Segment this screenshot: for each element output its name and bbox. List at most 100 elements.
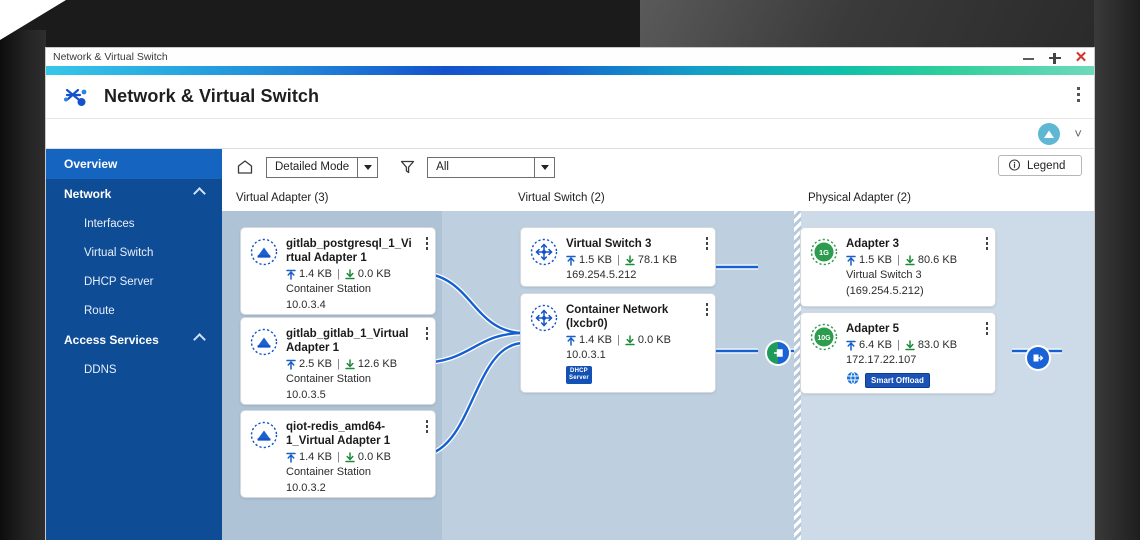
sidebar-item-network[interactable]: Network	[46, 179, 222, 209]
sidebar-item-virtual-switch[interactable]: Virtual Switch	[46, 238, 222, 267]
sidebar-item-dhcp-server[interactable]: DHCP Server	[46, 267, 222, 296]
card-ip: (169.254.5.212)	[846, 284, 985, 298]
download-value: 0.0 KB	[638, 334, 671, 346]
physical-adapter-card[interactable]: 10G Adapter 5 6.4 KB | 83.0 KB	[800, 312, 996, 394]
card-traffic-stats: 1.4 KB | 0.0 KB	[286, 451, 425, 463]
laptop-bezel-right	[1094, 0, 1140, 540]
sidebar-item-interfaces[interactable]: Interfaces	[46, 209, 222, 238]
card-content: gitlab_gitlab_1_Virtual Adapter 1 2.5 KB…	[286, 327, 425, 395]
card-source: Container Station	[286, 282, 425, 296]
upload-arrow-icon	[286, 452, 296, 463]
card-content: Adapter 3 1.5 KB | 80.6 KB Virtual Switc…	[846, 237, 985, 297]
card-traffic-stats: 1.5 KB | 80.6 KB	[846, 254, 985, 266]
laptop-bezel-left	[0, 30, 46, 540]
application-window: Network & Virtual Switch ✕	[46, 48, 1094, 540]
sidebar-item-overview[interactable]: Overview	[46, 149, 222, 179]
more-options-icon[interactable]	[426, 327, 429, 340]
upload-arrow-icon	[566, 335, 576, 346]
filter-select[interactable]: All	[427, 157, 555, 178]
virtual-adapter-card[interactable]: gitlab_gitlab_1_Virtual Adapter 1 2.5 KB…	[240, 317, 436, 405]
card-title: Adapter 3	[846, 237, 985, 251]
sidebar-item-ddns[interactable]: DDNS	[46, 355, 222, 384]
laptop-screen-frame: Network & Virtual Switch ✕	[0, 0, 1140, 540]
minimize-icon[interactable]	[1022, 51, 1035, 64]
network-plug-icon	[771, 346, 785, 360]
content-area: Detailed Mode All	[222, 149, 1094, 540]
virtual-adapter-icon	[250, 421, 278, 449]
user-avatar-icon[interactable]	[1038, 123, 1060, 145]
card-traffic-stats: 2.5 KB | 12.6 KB	[286, 358, 425, 370]
topology-canvas: gitlab_postgresql_1_Virtual Adapter 1 1.…	[222, 211, 1094, 540]
column-header-virtual-switch: Virtual Switch (2)	[504, 185, 794, 211]
upload-value: 1.4 KB	[299, 268, 332, 280]
column-headers: Virtual Adapter (3) Virtual Switch (2) P…	[222, 185, 1094, 211]
sidebar: Overview Network Interfaces Virtual Swit…	[46, 149, 222, 540]
download-arrow-icon	[625, 255, 635, 266]
external-network-connector[interactable]	[1027, 347, 1049, 369]
app-header: Network & Virtual Switch	[46, 75, 1094, 119]
chevron-down-icon[interactable]	[357, 158, 377, 177]
mode-select[interactable]: Detailed Mode	[266, 157, 378, 178]
more-options-icon[interactable]	[1077, 87, 1080, 102]
upload-arrow-icon	[846, 255, 856, 266]
more-options-icon[interactable]	[426, 420, 429, 433]
maximize-icon[interactable]	[1048, 51, 1061, 64]
card-source: Container Station	[286, 372, 425, 386]
chevron-down-icon[interactable]: ˅	[1074, 127, 1082, 140]
download-value: 78.1 KB	[638, 254, 677, 266]
virtual-adapter-card[interactable]: qiot-redis_amd64-1_Virtual Adapter 1 1.4…	[240, 410, 436, 498]
chevron-up-icon	[193, 187, 206, 200]
sidebar-item-label: Interfaces	[84, 218, 135, 230]
home-icon[interactable]	[236, 159, 254, 175]
column-header-label: Virtual Switch (2)	[518, 192, 605, 204]
card-source: Container Station	[286, 465, 425, 479]
sidebar-item-label: Network	[64, 187, 111, 201]
card-title: gitlab_gitlab_1_Virtual Adapter 1	[286, 327, 425, 355]
card-title: Container Network (lxcbr0)	[566, 303, 705, 331]
more-options-icon[interactable]	[426, 237, 429, 250]
filter-funnel-icon[interactable]	[400, 159, 415, 175]
download-arrow-icon	[625, 335, 635, 346]
toolbar: Detailed Mode All	[222, 149, 1094, 185]
dhcp-server-badge: DHCP Server	[566, 366, 592, 384]
virtual-switch-card[interactable]: Container Network (lxcbr0) 1.4 KB | 0.0 …	[520, 293, 716, 393]
card-content: Virtual Switch 3 1.5 KB | 78.1 KB 169.25…	[566, 237, 705, 277]
card-content: Adapter 5 6.4 KB | 83.0 KB 172.17.22.107	[846, 322, 985, 384]
close-icon[interactable]: ✕	[1074, 51, 1088, 64]
switch-to-adapter-connector[interactable]	[767, 342, 789, 364]
more-options-icon[interactable]	[986, 322, 989, 335]
card-title: gitlab_postgresql_1_Virtual Adapter 1	[286, 237, 425, 265]
window-title: Network & Virtual Switch	[53, 51, 168, 63]
card-content: Container Network (lxcbr0) 1.4 KB | 0.0 …	[566, 303, 705, 383]
network-switch-logo-icon	[62, 83, 90, 111]
dhcp-badge-line1: DHCP	[569, 368, 589, 375]
upload-value: 1.5 KB	[579, 254, 612, 266]
more-options-icon[interactable]	[706, 237, 709, 250]
chevron-down-icon[interactable]	[534, 158, 554, 177]
virtual-switch-icon	[530, 304, 558, 332]
card-ip: 172.17.22.107	[846, 353, 985, 367]
more-options-icon[interactable]	[706, 303, 709, 316]
column-header-label: Virtual Adapter (3)	[236, 192, 328, 204]
sidebar-item-label: DHCP Server	[84, 276, 153, 288]
sidebar-item-label: DDNS	[84, 364, 117, 376]
download-value: 12.6 KB	[358, 358, 397, 370]
physical-adapter-card[interactable]: 1G Adapter 3 1.5 KB | 80.6 KB	[800, 227, 996, 307]
sidebar-item-label: Virtual Switch	[84, 247, 153, 259]
smart-offload-badge: Smart Offload	[865, 373, 930, 388]
legend-button[interactable]: Legend	[998, 155, 1082, 176]
virtual-switch-card[interactable]: Virtual Switch 3 1.5 KB | 78.1 KB 169.25…	[520, 227, 716, 287]
info-icon	[1008, 159, 1021, 172]
download-arrow-icon	[905, 340, 915, 351]
download-arrow-icon	[905, 255, 915, 266]
sidebar-item-route[interactable]: Route	[46, 296, 222, 325]
virtual-switch-icon	[530, 238, 558, 266]
upload-value: 1.4 KB	[299, 451, 332, 463]
more-options-icon[interactable]	[986, 237, 989, 250]
sidebar-item-access-services[interactable]: Access Services	[46, 325, 222, 355]
card-ip: 10.0.3.1	[566, 348, 705, 362]
card-ip: 10.0.3.4	[286, 298, 425, 312]
download-arrow-icon	[345, 269, 355, 280]
card-connected-switch: Virtual Switch 3	[846, 268, 985, 282]
virtual-adapter-card[interactable]: gitlab_postgresql_1_Virtual Adapter 1 1.…	[240, 227, 436, 315]
